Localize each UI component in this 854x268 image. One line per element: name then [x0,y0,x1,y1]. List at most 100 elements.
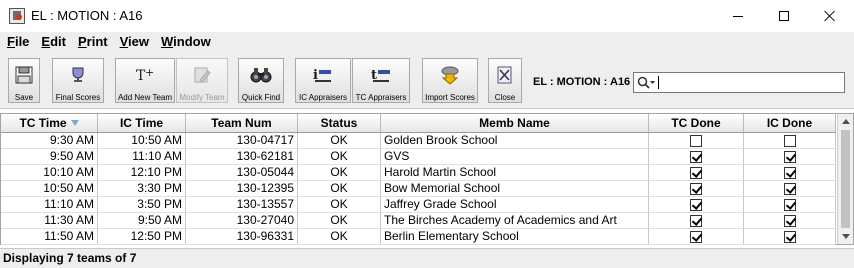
close-label: Close [494,93,516,102]
ic-done-checkbox[interactable] [783,166,796,179]
cell-ic-time: 10:50 AM [98,133,186,149]
maximize-icon [779,11,789,21]
save-button[interactable]: Save [8,58,40,103]
tc-done-checkbox[interactable] [690,182,702,195]
menu-window[interactable]: Window [155,32,217,52]
cell-tc-time: 11:30 AM [1,213,98,229]
table-row[interactable]: 11:10 AM 3:50 PM 130-13557 OK Jaffrey Gr… [1,197,836,213]
column-header-memb-name[interactable]: Memb Name [381,114,649,133]
menu-edit[interactable]: Edit [35,32,72,52]
context-label: EL : MOTION : A16 [533,76,631,88]
column-label: Team Num [211,116,272,130]
import-scores-label: Import Scores [425,93,475,102]
cell-team-num: 130-05044 [186,165,298,181]
menu-view[interactable]: View [114,32,155,52]
table-row[interactable]: 10:10 AM 12:10 PM 130-05044 OK Harold Ma… [1,165,836,181]
scroll-up-icon[interactable] [842,119,850,124]
tc-done-checkbox[interactable] [690,214,702,227]
cell-ic-done [744,229,836,245]
tc-done-checkbox[interactable] [690,134,702,147]
cell-tc-time: 11:50 AM [1,229,98,245]
cell-ic-time: 12:50 PM [98,229,186,245]
final-scores-label: Final Scores [55,93,101,102]
ic-done-checkbox[interactable] [783,198,796,211]
cell-status: OK [298,165,381,181]
column-header-tc-done[interactable]: TC Done [649,114,744,133]
scroll-thumb[interactable] [841,130,850,228]
vertical-scrollbar[interactable] [837,114,853,244]
save-icon [13,64,35,85]
column-label: Memb Name [479,116,550,130]
close-doc-icon [494,64,516,85]
close-button[interactable]: Close [488,58,522,103]
cell-tc-done [649,181,744,197]
ic-appraisers-button[interactable]: i IC Appraisers [295,58,351,103]
cell-tc-done [649,229,744,245]
status-bar: Displaying 7 teams of 7 [0,248,854,268]
ic-done-checkbox[interactable] [783,230,796,243]
cell-ic-done [744,197,836,213]
import-scores-button[interactable]: Import Scores [422,58,478,103]
tc-done-checkbox[interactable] [690,150,702,163]
menu-print[interactable]: Print [72,32,114,52]
ic-done-checkbox[interactable] [783,134,796,147]
table-row[interactable]: 10:50 AM 3:30 PM 130-12395 OK Bow Memori… [1,181,836,197]
cell-ic-done [744,149,836,165]
menu-bar: File Edit Print View Window [0,32,854,52]
column-header-tc-time[interactable]: TC Time [1,114,98,133]
cell-status: OK [298,181,381,197]
cell-ic-time: 3:50 PM [98,197,186,213]
ic-done-checkbox[interactable] [783,150,796,163]
cell-status: OK [298,197,381,213]
cell-status: OK [298,149,381,165]
app-icon [9,8,25,24]
quick-find-button[interactable]: Quick Find [238,58,284,103]
cell-team-num: 130-12395 [186,181,298,197]
table-row[interactable]: 11:50 AM 12:50 PM 130-96331 OK Berlin El… [1,229,836,245]
cell-memb-name: Jaffrey Grade School [381,197,649,213]
tc-done-checkbox[interactable] [690,230,702,243]
ic-done-checkbox[interactable] [783,214,796,227]
save-label: Save [14,93,34,102]
cell-tc-time: 10:10 AM [1,165,98,181]
final-scores-button[interactable]: Final Scores [52,58,104,103]
cell-memb-name: Golden Brook School [381,133,649,149]
cell-ic-time: 11:10 AM [98,149,186,165]
cell-tc-done [649,165,744,181]
close-window-button[interactable] [807,0,853,32]
cell-ic-time: 3:30 PM [98,181,186,197]
menu-file[interactable]: File [0,32,35,52]
maximize-button[interactable] [761,0,807,32]
cell-tc-time: 9:30 AM [1,133,98,149]
table-row[interactable]: 9:30 AM 10:50 AM 130-04717 OK Golden Bro… [1,133,836,149]
column-header-ic-done[interactable]: IC Done [744,114,836,133]
search-icon[interactable] [637,76,655,90]
tc-appraisers-label: TC Appraisers [355,93,407,102]
cell-tc-done [649,149,744,165]
minimize-button[interactable] [715,0,761,32]
table-header: TC Time IC Time Team Num Status Memb Nam… [1,114,836,133]
table-row[interactable]: 9:50 AM 11:10 AM 130-62181 OK GVS [1,149,836,165]
cell-team-num: 130-04717 [186,133,298,149]
tc-done-checkbox[interactable] [690,166,702,179]
add-new-team-button[interactable]: T + Add New Team [115,58,175,103]
modify-team-button[interactable]: Modify Team [176,58,228,103]
column-header-ic-time[interactable]: IC Time [98,114,186,133]
column-header-status[interactable]: Status [298,114,381,133]
search-input[interactable] [633,72,845,93]
cell-ic-time: 9:50 AM [98,213,186,229]
trophy-icon [67,64,89,85]
text-caret [658,76,659,89]
status-text: Displaying 7 teams of 7 [3,251,137,265]
column-label: TC Done [671,116,721,130]
add-new-team-label: Add New Team [117,93,173,102]
import-icon [439,64,461,85]
cell-memb-name: Bow Memorial School [381,181,649,197]
tc-done-checkbox[interactable] [690,198,702,211]
tc-appraisers-button[interactable]: t TC Appraisers [352,58,410,103]
window-title: EL : MOTION : A16 [31,8,143,23]
scroll-down-icon[interactable] [842,234,850,239]
ic-done-checkbox[interactable] [783,182,796,195]
column-header-team-num[interactable]: Team Num [186,114,298,133]
table-row[interactable]: 11:30 AM 9:50 AM 130-27040 OK The Birche… [1,213,836,229]
